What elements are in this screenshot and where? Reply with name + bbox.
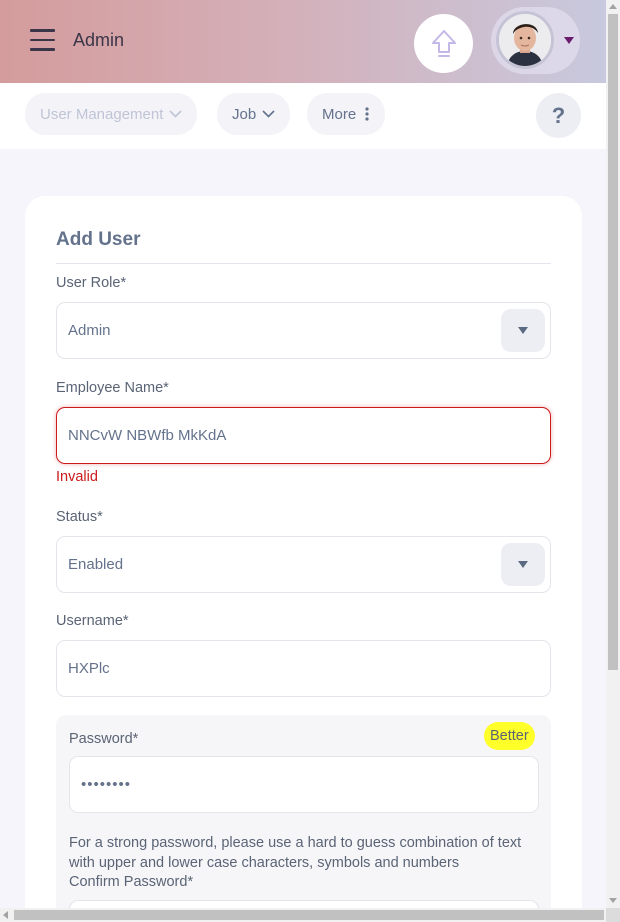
employee-name-value: NNCvW NBWfb MkKdA [68,427,227,444]
employee-name-error: Invalid [56,469,98,485]
caret-down-icon [564,37,574,44]
avatar [496,11,554,69]
caret-down-icon[interactable] [501,309,545,352]
nav-item-label: User Management [40,105,164,123]
caret-down-icon[interactable] [501,543,545,586]
scroll-up-arrow-icon[interactable] [609,4,617,9]
vertical-scrollbar[interactable] [606,0,620,922]
username-value: HXPlc [68,660,110,677]
nav-item-user-management[interactable]: User Management [25,93,198,135]
confirm-password-label: Confirm Password* [69,874,194,890]
nav-item-job[interactable]: Job [217,93,291,135]
status-value: Enabled [68,556,124,573]
top-navigation: User Management Job More ? [0,83,606,149]
password-strength-badge: Better [484,722,535,750]
horizontal-scrollbar[interactable] [0,908,606,922]
user-role-value: Admin [68,322,111,339]
user-profile-dropdown[interactable] [491,7,580,74]
username-label: Username* [56,613,129,629]
upgrade-button[interactable] [414,14,473,73]
employee-name-label: Employee Name* [56,380,169,396]
user-role-select[interactable]: Admin [56,302,551,359]
scroll-left-arrow-icon[interactable] [3,911,8,919]
nav-item-label: More [322,105,357,123]
chevron-down-icon [262,110,275,118]
status-label: Status* [56,509,103,525]
chevron-down-icon [169,110,182,118]
nav-item-more[interactable]: More [307,93,386,135]
password-section: Password* Better •••••••• For a strong p… [56,715,551,922]
password-hint: For a strong password, please use a hard… [69,835,522,871]
password-input[interactable]: •••••••• [69,756,539,813]
username-input[interactable]: HXPlc [56,640,551,697]
help-button[interactable]: ? [536,93,581,138]
nav-item-label: Job [232,105,257,123]
upgrade-arrow-icon [431,29,456,57]
employee-name-input[interactable]: NNCvW NBWfb MkKdA [56,407,551,464]
password-value: •••••••• [81,776,132,793]
form-title: Add User [56,229,141,250]
scrollbar-corner [606,908,620,922]
user-role-label: User Role* [56,275,127,291]
scroll-down-arrow-icon[interactable] [609,898,617,903]
title-divider [56,263,551,264]
add-user-form: Add User User Role* Admin Employee Name*… [25,196,582,922]
horizontal-scroll-thumb[interactable] [14,910,604,920]
vertical-dots-icon [365,107,369,121]
page-title: Admin [73,30,125,50]
status-select[interactable]: Enabled [56,536,551,593]
vertical-scroll-thumb[interactable] [608,14,618,670]
top-bar: Admin [0,0,606,83]
hamburger-menu-icon[interactable] [30,29,55,51]
password-label: Password* [69,731,139,747]
